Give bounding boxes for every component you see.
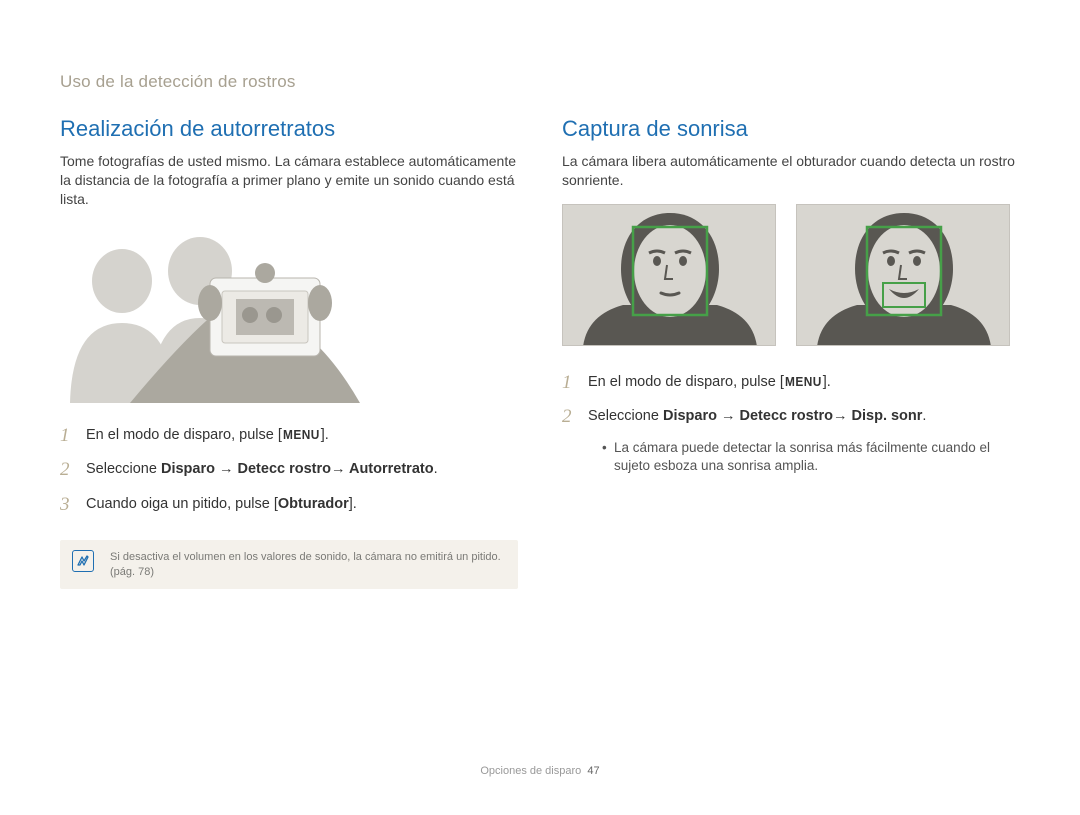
illustration-faces <box>562 204 1020 346</box>
breadcrumb: Uso de la detección de rostros <box>60 72 1020 92</box>
face-detect-smile <box>796 204 1010 346</box>
step-num: 1 <box>60 423 86 450</box>
menu-label: MENU <box>785 374 822 392</box>
footer-label: Opciones de disparo <box>480 765 581 777</box>
step-text: ]. <box>823 374 831 390</box>
step-text: En el modo de disparo, pulse [ <box>86 427 282 443</box>
section-title-sonrisa: Captura de sonrisa <box>562 116 1020 142</box>
page-number: 47 <box>587 765 599 777</box>
step-text: Seleccione <box>86 461 161 477</box>
col-right: Captura de sonrisa La cámara libera auto… <box>562 116 1020 589</box>
intro-right: La cámara libera automáticamente el obtu… <box>562 152 1020 190</box>
step-bold: Disparo → Detecc rostro→ Autorretrato <box>161 461 434 477</box>
step-text: . <box>922 408 926 424</box>
step-bold: Obturador <box>278 496 349 512</box>
step-bold: Disparo → Detecc rostro→ Disp. sonr <box>663 408 922 424</box>
illustration-selfie <box>60 223 380 403</box>
steps-left: 1 En el modo de disparo, pulse [MENU]. 2… <box>60 423 518 519</box>
step-text: . <box>434 461 438 477</box>
col-left: Realización de autorretratos Tome fotogr… <box>60 116 518 589</box>
step-text: Seleccione <box>588 408 663 424</box>
step-num: 2 <box>562 404 588 431</box>
footer: Opciones de disparo 47 <box>0 765 1080 777</box>
steps-right: 1 En el modo de disparo, pulse [MENU]. 2… <box>562 370 1020 431</box>
menu-label: MENU <box>283 427 320 445</box>
step-1-left: 1 En el modo de disparo, pulse [MENU]. <box>60 423 518 450</box>
step-text: Cuando oiga un pitido, pulse [ <box>86 496 278 512</box>
note-text: Si desactiva el volumen en los valores d… <box>110 551 501 577</box>
intro-left: Tome fotografías de usted mismo. La cáma… <box>60 152 518 209</box>
step-text: ]. <box>349 496 357 512</box>
step-num: 3 <box>60 492 86 519</box>
section-title-autorretratos: Realización de autorretratos <box>60 116 518 142</box>
step-2-left: 2 Seleccione Disparo → Detecc rostro→ Au… <box>60 457 518 484</box>
content-columns: Realización de autorretratos Tome fotogr… <box>60 116 1020 589</box>
note-icon <box>72 550 94 572</box>
step-3-left: 3 Cuando oiga un pitido, pulse [Obturado… <box>60 492 518 519</box>
step-text: ]. <box>321 427 329 443</box>
step-num: 2 <box>60 457 86 484</box>
step-2-right: 2 Seleccione Disparo → Detecc rostro→ Di… <box>562 404 1020 431</box>
note-box: Si desactiva el volumen en los valores d… <box>60 540 518 589</box>
step-1-right: 1 En el modo de disparo, pulse [MENU]. <box>562 370 1020 397</box>
face-detect-neutral <box>562 204 776 346</box>
step-text: En el modo de disparo, pulse [ <box>588 374 784 390</box>
sub-bullet: La cámara puede detectar la sonrisa más … <box>602 439 1020 475</box>
step-num: 1 <box>562 370 588 397</box>
